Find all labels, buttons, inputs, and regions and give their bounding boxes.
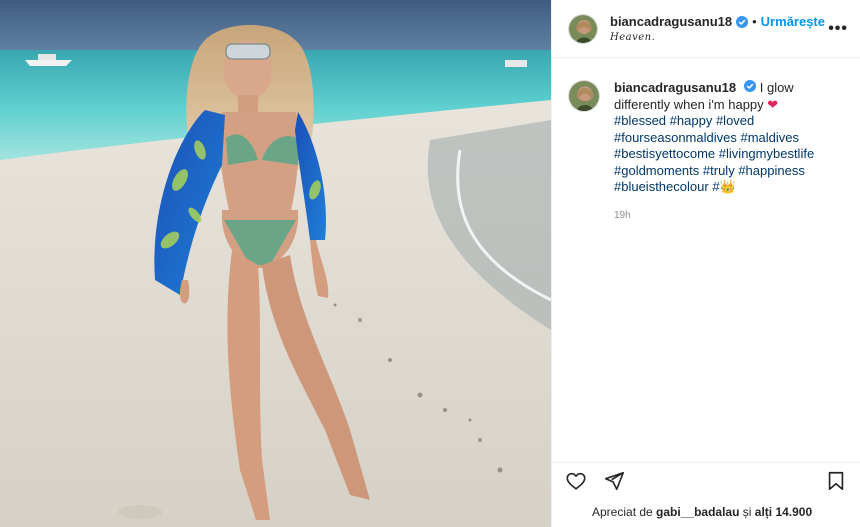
- caption-username[interactable]: biancadragusanu18: [614, 80, 736, 95]
- crown-emoji: 👑: [719, 179, 736, 194]
- hashtag-link[interactable]: #happiness: [738, 163, 805, 178]
- likes-others-count[interactable]: alți 14.900: [755, 505, 812, 519]
- hashtag-link[interactable]: #livingmybestlife: [719, 146, 814, 161]
- hashtag-link[interactable]: #happy: [670, 113, 713, 128]
- caption-section: biancadragusanu18 I glow differently whe…: [552, 58, 860, 224]
- verified-badge-icon: [744, 80, 757, 92]
- likes-summary: Apreciat de gabi__badalau și alți 14.900: [568, 503, 812, 521]
- post-photo[interactable]: [0, 0, 551, 527]
- heart-emoji: ❤: [767, 96, 779, 112]
- follow-button[interactable]: Urmărește: [761, 14, 825, 29]
- likes-prefix: Apreciat de: [592, 505, 657, 519]
- post-timestamp[interactable]: 19h: [614, 208, 839, 225]
- hashtag-link[interactable]: #truly: [703, 163, 735, 178]
- likes-middle: și: [739, 505, 755, 519]
- verified-badge-icon: [736, 15, 749, 28]
- avatar-image: [569, 14, 597, 43]
- action-bar: [552, 462, 860, 498]
- separator-dot: •: [752, 14, 757, 29]
- location-link[interactable]: Heaven.: [610, 32, 828, 43]
- hashtag-link[interactable]: #blueisthecolour: [614, 179, 709, 194]
- hashtag-link[interactable]: #fourseasonmaldives: [614, 130, 737, 145]
- instagram-post: biancadragusanu18 • Urmărește Heaven. ••…: [0, 0, 860, 527]
- post-header: biancadragusanu18 • Urmărește Heaven. ••…: [552, 0, 860, 58]
- header-meta: biancadragusanu18 • Urmărește Heaven.: [610, 14, 828, 43]
- hashtag-link[interactable]: #loved: [716, 113, 754, 128]
- hashtag-link[interactable]: #bestisyettocome: [614, 146, 715, 161]
- liker-avatar[interactable]: [568, 503, 586, 521]
- more-options-icon[interactable]: •••: [828, 20, 848, 38]
- author-username[interactable]: biancadragusanu18: [610, 14, 732, 29]
- hashtag-link[interactable]: #: [712, 179, 719, 194]
- avatar-image: [569, 81, 599, 111]
- hashtag-link[interactable]: #maldives: [740, 130, 799, 145]
- caption-body: biancadragusanu18 I glow differently whe…: [614, 80, 839, 224]
- post-sidebar: biancadragusanu18 • Urmărește Heaven. ••…: [551, 0, 860, 527]
- liker-username[interactable]: gabi__badalau: [656, 505, 739, 519]
- author-avatar[interactable]: [568, 13, 598, 44]
- header-line: biancadragusanu18 • Urmărește: [610, 14, 828, 29]
- beach-photo-image: [0, 0, 551, 527]
- caption-avatar[interactable]: [568, 80, 600, 112]
- hashtag-link[interactable]: #blessed: [614, 113, 666, 128]
- bookmark-icon[interactable]: [824, 469, 848, 493]
- heart-icon[interactable]: [564, 469, 588, 493]
- hashtag-link[interactable]: #goldmoments: [614, 163, 699, 178]
- send-icon[interactable]: [602, 469, 626, 493]
